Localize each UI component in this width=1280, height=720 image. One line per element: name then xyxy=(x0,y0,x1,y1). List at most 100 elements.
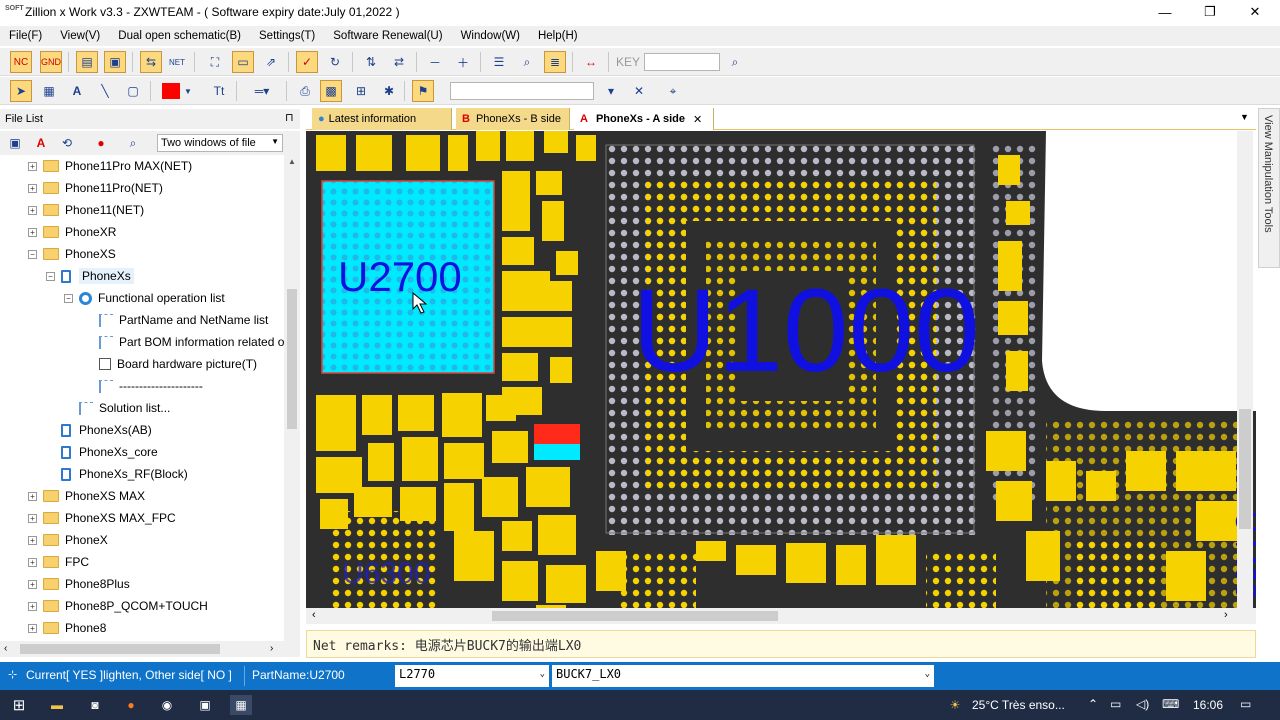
view-manipulation-tools-dock[interactable]: View Manipulation Tools xyxy=(1258,108,1280,268)
color-picker[interactable] xyxy=(160,80,182,102)
tab-close-icon[interactable]: ✕ xyxy=(693,113,702,126)
start-icon[interactable]: ⊞ xyxy=(8,695,30,715)
zoom-in-icon[interactable]: ＋ xyxy=(452,51,474,73)
board-horizontal-scrollbar[interactable]: ‹ › xyxy=(306,608,1256,624)
tree-item[interactable]: Solution list... xyxy=(64,397,170,419)
board-pad[interactable] xyxy=(542,317,572,347)
board-canvas[interactable]: U2700 U1000 U6300 U4400 xyxy=(306,131,1256,608)
board-pad[interactable] xyxy=(354,487,392,517)
board-pad[interactable] xyxy=(448,135,468,171)
tree-item[interactable]: + FPC xyxy=(28,551,89,573)
expand-icon[interactable]: + xyxy=(28,227,37,237)
board-pad[interactable] xyxy=(476,131,500,161)
board-pad[interactable] xyxy=(1046,461,1076,501)
tree-item[interactable]: − PhoneXS xyxy=(28,243,116,265)
font-size-icon[interactable]: Tt xyxy=(208,80,230,102)
board-pad[interactable] xyxy=(482,477,518,517)
keyboard-icon[interactable]: ⌨ xyxy=(1162,697,1179,711)
tab-latest-information[interactable]: ● Latest information xyxy=(312,108,452,130)
menu-software-renewal[interactable]: Software Renewal(U) xyxy=(324,30,451,42)
board-pad[interactable] xyxy=(362,395,392,435)
menu-view[interactable]: View(V) xyxy=(51,30,109,42)
pin-icon[interactable]: ✱ xyxy=(378,80,400,102)
board-pad[interactable] xyxy=(986,431,1026,471)
board-pad[interactable] xyxy=(996,481,1032,521)
layout-icon[interactable]: ⊞ xyxy=(350,80,372,102)
network-icon[interactable]: ▭ xyxy=(1110,697,1121,711)
measure-icon[interactable]: ↔ xyxy=(580,51,602,73)
minimize-button[interactable]: — xyxy=(1142,0,1188,24)
save-icon[interactable]: ▾ xyxy=(600,80,622,102)
expand-icon[interactable]: + xyxy=(28,579,37,589)
tab-phonexs-a-side[interactable]: A PhoneXs - A side ✕ xyxy=(574,108,714,130)
window-mode-dropdown[interactable]: Two windows of file ▼ xyxy=(157,134,283,152)
rect-icon[interactable]: ▢ xyxy=(122,80,144,102)
windows-icon[interactable]: ▣ xyxy=(4,132,26,154)
board-pad[interactable] xyxy=(402,437,438,481)
tab-phonexs-b-side[interactable]: B PhoneXs - B side xyxy=(456,108,570,130)
tree-item[interactable]: + PhoneX xyxy=(28,529,108,551)
board-pad[interactable] xyxy=(316,395,356,451)
board-pad[interactable] xyxy=(368,443,394,481)
file-explorer-icon[interactable]: ▬ xyxy=(46,695,68,715)
board-pad[interactable] xyxy=(444,483,474,531)
color-dropdown-icon[interactable]: ▼ xyxy=(182,80,194,102)
board-pad[interactable] xyxy=(502,171,530,231)
line-style-icon[interactable]: ═▾ xyxy=(244,80,280,102)
expand-icon[interactable]: + xyxy=(28,491,37,501)
collapse-icon[interactable]: − xyxy=(64,293,73,303)
gnd-button[interactable]: GND xyxy=(40,51,62,73)
firefox-icon[interactable]: ● xyxy=(120,695,142,715)
board-pad[interactable] xyxy=(544,131,568,153)
board-pad[interactable] xyxy=(454,531,494,581)
tree-item[interactable]: Part BOM information related o xyxy=(84,331,284,353)
tree-item[interactable]: PartName and NetName list xyxy=(84,309,268,331)
checkbox[interactable] xyxy=(99,358,111,370)
collapse-icon[interactable]: − xyxy=(46,271,55,281)
check-icon[interactable]: ✓ xyxy=(296,51,318,73)
text-tool-icon[interactable]: A xyxy=(30,132,52,154)
camera-icon[interactable]: ◙ xyxy=(84,695,106,715)
expand-icon[interactable]: + xyxy=(28,601,37,611)
board-pad[interactable] xyxy=(526,467,570,507)
board-pad[interactable] xyxy=(596,551,626,591)
menu-window[interactable]: Window(W) xyxy=(452,30,529,42)
board-pad[interactable] xyxy=(356,135,392,171)
flip-icon[interactable]: ⇅ xyxy=(360,51,382,73)
tree-item[interactable]: PhoneXs_core xyxy=(46,441,158,463)
highlight-icon[interactable]: ▩ xyxy=(320,80,342,102)
board-pad[interactable] xyxy=(316,135,346,171)
tree-item[interactable]: + PhoneXS MAX xyxy=(28,485,145,507)
expand-icon[interactable]: + xyxy=(28,205,37,215)
mirror-icon[interactable]: ⇄ xyxy=(388,51,410,73)
part-combo[interactable]: L2770 ⌄ xyxy=(395,665,549,687)
expand-icon[interactable]: + xyxy=(28,535,37,545)
location-pin-icon[interactable]: ● xyxy=(90,132,112,154)
board-pad[interactable] xyxy=(1176,451,1236,491)
tree-item[interactable]: + Phone8 xyxy=(28,617,106,639)
capture-icon[interactable]: ⎙ xyxy=(294,80,316,102)
board-pad[interactable] xyxy=(1126,451,1166,491)
zoom-out-icon[interactable]: － xyxy=(424,51,446,73)
board-pad[interactable] xyxy=(502,317,542,347)
fit-icon[interactable]: ⛶ xyxy=(204,51,226,73)
board-pad[interactable] xyxy=(576,135,596,161)
volume-icon[interactable]: ◁) xyxy=(1136,697,1149,711)
line-icon[interactable]: ╲ xyxy=(94,80,116,102)
nc-button[interactable]: NC xyxy=(10,51,32,73)
board-pad[interactable] xyxy=(536,171,562,195)
board-pad[interactable] xyxy=(876,535,916,585)
zxw-taskbar-icon[interactable]: ▦ xyxy=(230,695,252,715)
board-pad[interactable] xyxy=(556,251,578,275)
board-pad[interactable] xyxy=(1006,351,1028,391)
tray-chevron-icon[interactable]: ⌃ xyxy=(1088,697,1098,711)
export-icon[interactable]: ⇗ xyxy=(260,51,282,73)
expand-icon[interactable]: + xyxy=(28,161,37,171)
refresh-icon[interactable]: ⟲ xyxy=(56,132,78,154)
menu-file[interactable]: File(F) xyxy=(0,30,51,42)
clear-icon[interactable]: ✕ xyxy=(628,80,650,102)
board-pad[interactable] xyxy=(1006,201,1030,225)
board-pad[interactable] xyxy=(400,487,436,521)
part-icon[interactable]: ▤ xyxy=(76,51,98,73)
close-button[interactable]: ✕ xyxy=(1232,0,1278,24)
